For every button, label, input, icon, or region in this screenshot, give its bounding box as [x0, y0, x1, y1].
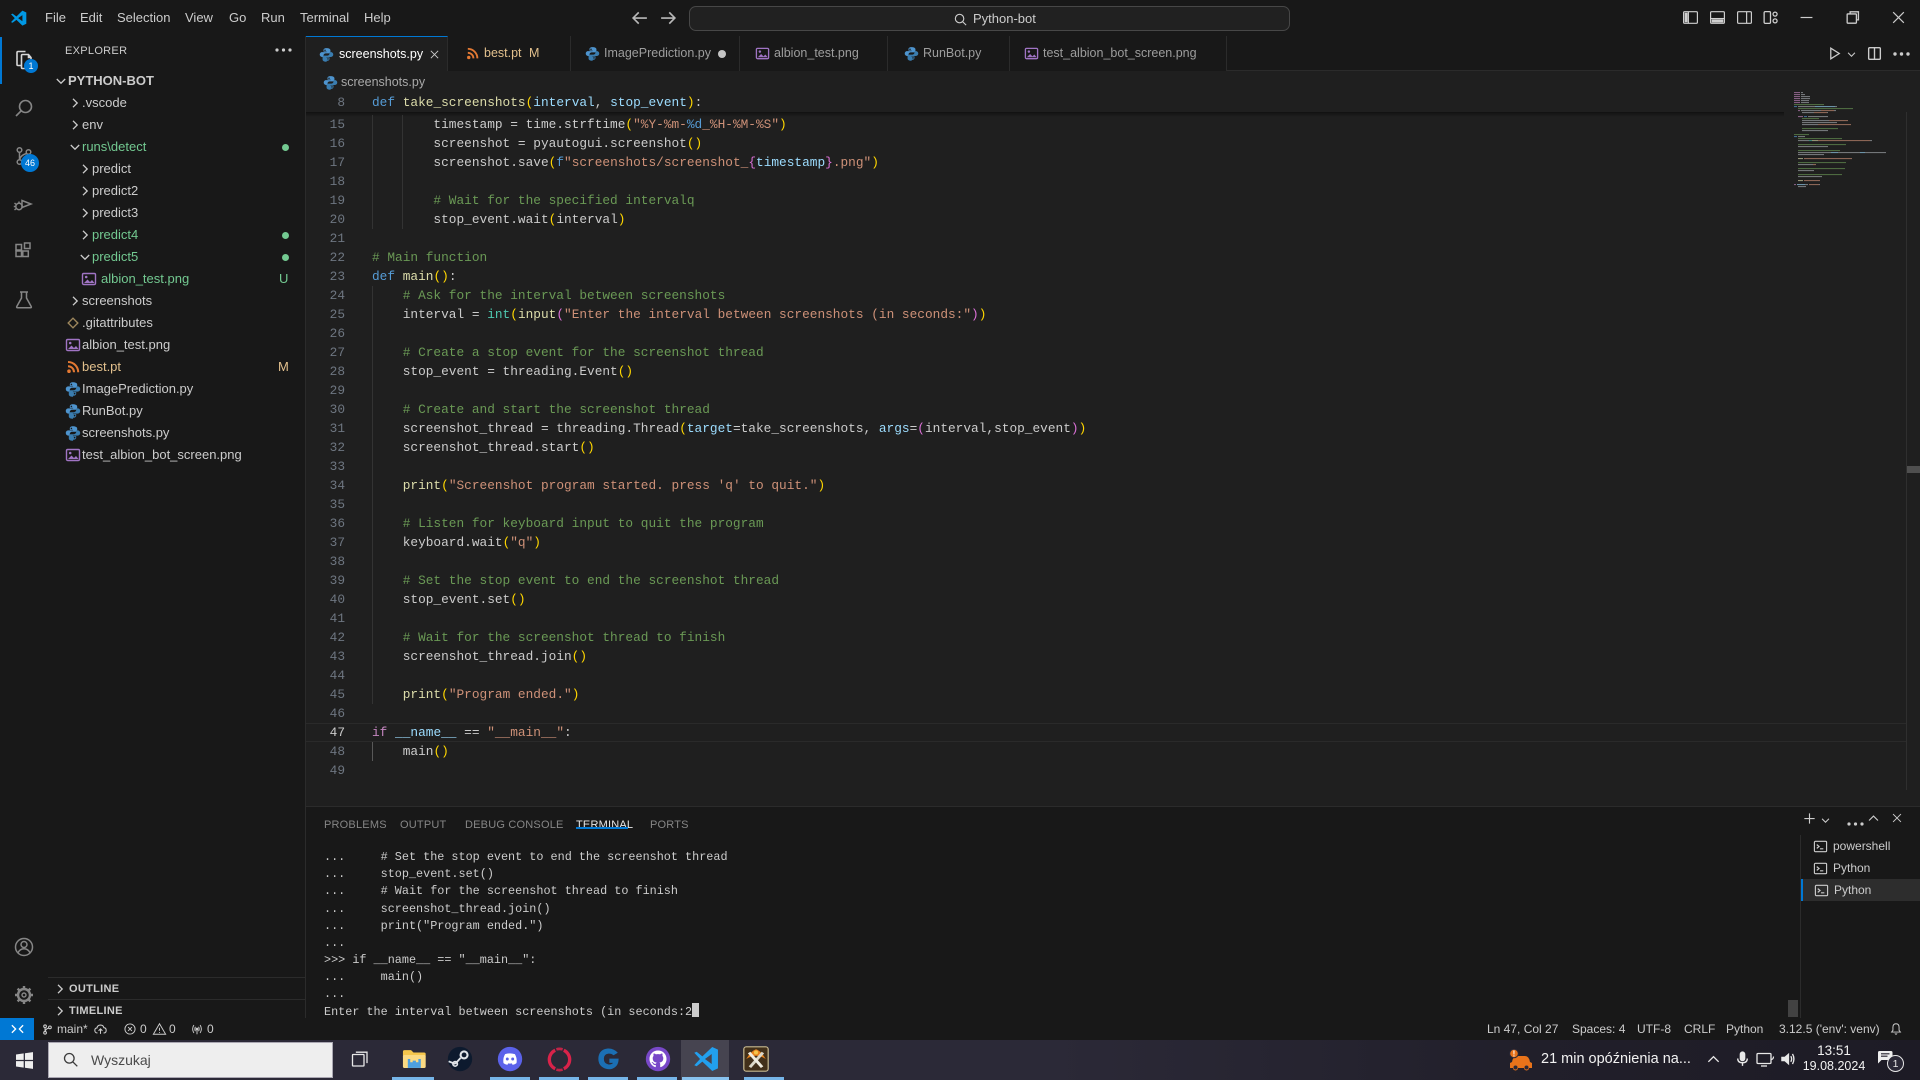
svg-text:!: ! [1513, 1050, 1516, 1059]
